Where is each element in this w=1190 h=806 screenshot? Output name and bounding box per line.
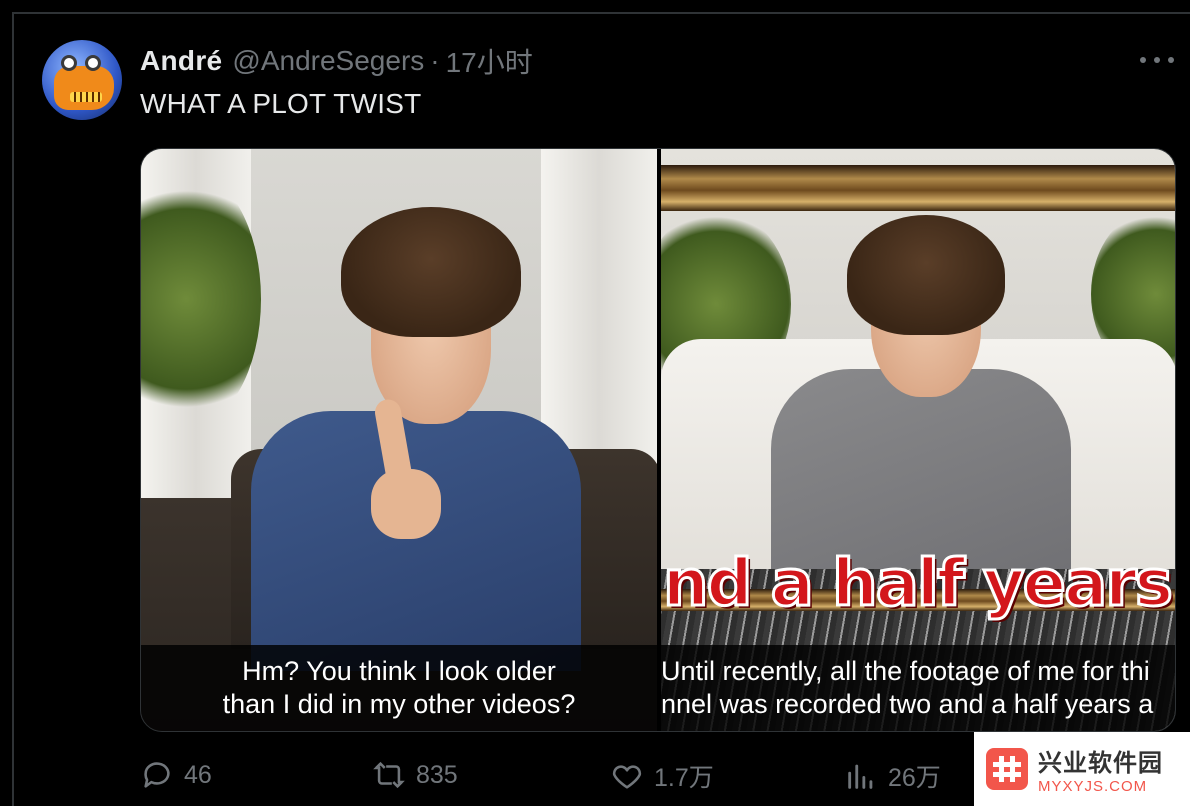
- retweet-icon: [373, 761, 405, 789]
- gold-frame-top: [661, 165, 1175, 211]
- avatar-eye-right: [85, 55, 101, 71]
- like-button[interactable]: 1.7万: [610, 758, 714, 794]
- author-handle[interactable]: @AndreSegers: [232, 45, 424, 77]
- subtitle-line: nnel was recorded two and a half years a: [661, 689, 1154, 719]
- tweet-timestamp[interactable]: 17小时: [446, 41, 533, 81]
- avatar-eye-left: [61, 55, 77, 71]
- shirt: [251, 411, 581, 671]
- dot: [1168, 57, 1174, 63]
- top-border: [12, 12, 1190, 14]
- header-separator: ·: [430, 45, 440, 76]
- retweet-count: 835: [416, 760, 458, 789]
- more-options-icon[interactable]: [1140, 48, 1174, 72]
- heart-icon: [612, 765, 642, 789]
- big-caption: nd a half years: [662, 546, 1175, 623]
- left-border: [12, 12, 14, 806]
- avatar-grill: [70, 92, 102, 102]
- subtitle-line: than I did in my other videos?: [222, 689, 576, 719]
- views-button[interactable]: 26万: [844, 758, 941, 794]
- views-chart-icon: [848, 764, 873, 789]
- tweet-header: André @AndreSegers · 17小时: [140, 44, 533, 78]
- media-image-right[interactable]: nd a half years Until recently, all the …: [661, 149, 1175, 731]
- dot: [1154, 57, 1160, 63]
- watermark-text: 兴业软件园 MYXYJS.COM: [1038, 743, 1163, 795]
- tweet-actions: 46 835 1.7万 26万: [140, 758, 1020, 798]
- reply-button[interactable]: 46: [140, 758, 212, 792]
- hair: [341, 207, 521, 337]
- subtitle-left: Hm? You think I look older than I did in…: [141, 645, 657, 731]
- dot: [1140, 57, 1146, 63]
- author-name[interactable]: André: [140, 45, 222, 77]
- subtitle-line: Hm? You think I look older: [242, 656, 556, 686]
- site-watermark: 兴业软件园 MYXYJS.COM: [974, 732, 1190, 806]
- tweet-text: WHAT A PLOT TWIST: [140, 88, 422, 119]
- avatar[interactable]: [42, 40, 122, 120]
- watermark-url: MYXYJS.COM: [1038, 778, 1148, 795]
- hash-logo-icon: [986, 748, 1028, 790]
- views-count: 26万: [888, 764, 941, 792]
- hair: [847, 215, 1005, 335]
- like-count: 1.7万: [654, 764, 714, 792]
- reply-icon: [144, 762, 170, 788]
- robot-avatar-icon: [54, 66, 114, 110]
- media-image-left[interactable]: Hm? You think I look older than I did in…: [141, 149, 657, 731]
- hand: [371, 469, 441, 539]
- watermark-title: 兴业软件园: [1038, 750, 1163, 777]
- tweet-media[interactable]: Hm? You think I look older than I did in…: [140, 148, 1176, 732]
- subtitle-line: Until recently, all the footage of me fo…: [661, 656, 1150, 686]
- reply-count: 46: [184, 760, 212, 789]
- subtitle-right: Until recently, all the footage of me fo…: [661, 645, 1175, 731]
- retweet-button[interactable]: 835: [372, 758, 458, 792]
